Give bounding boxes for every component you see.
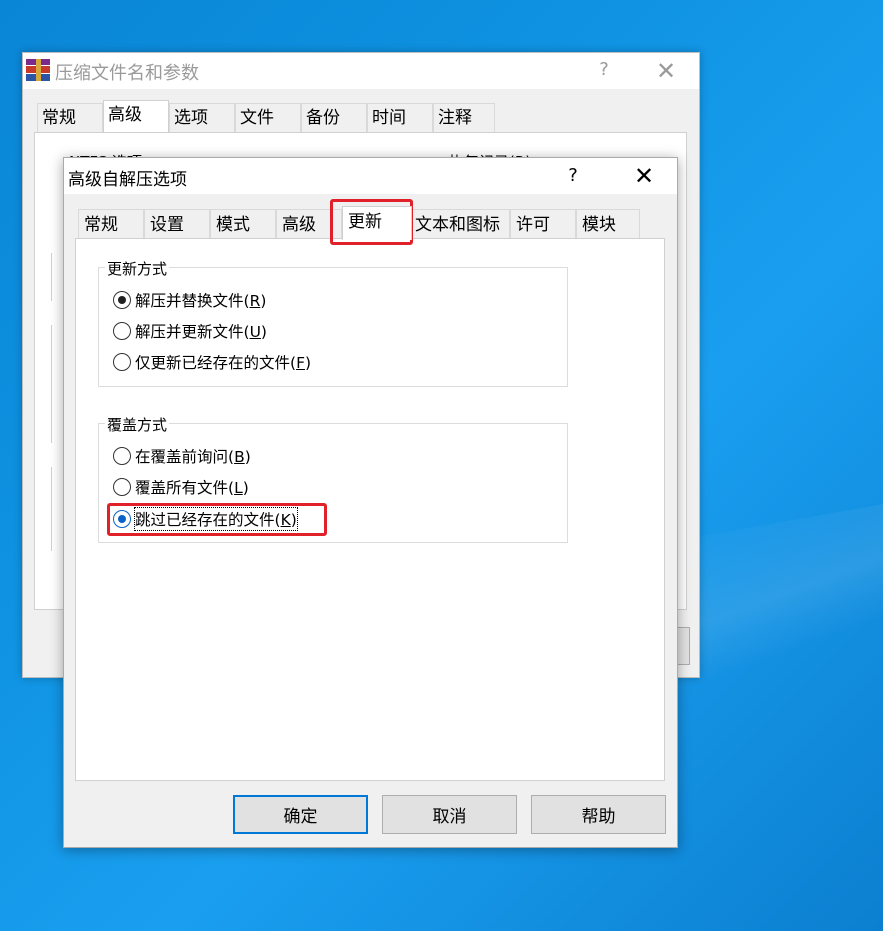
back-tab-time[interactable]: 时间 [367, 103, 433, 132]
back-tab-advanced[interactable]: 高级 [103, 100, 169, 133]
radio-extract-replace[interactable]: 解压并替换文件(R) [113, 289, 266, 311]
dialog-titlebar: 高级自解压选项 ? ✕ [64, 158, 677, 194]
radio-button[interactable] [113, 447, 131, 465]
hotkey: U [249, 323, 261, 341]
tab-license[interactable]: 许可 [510, 209, 576, 239]
radio-update-existing-label: 仅更新已经存在的文件( [135, 354, 297, 372]
update-mode-group: 更新方式 解压并替换文件(R) 解压并更新文件(U) 仅更新已经存在的文件(F) [98, 258, 568, 387]
radio-overwrite-all-label: 覆盖所有文件( [135, 479, 235, 497]
radio-skip-existing[interactable]: 跳过已经存在的文件(K) [113, 507, 298, 531]
back-tab-general[interactable]: 常规 [37, 103, 103, 132]
back-help-icon[interactable]: ? [589, 59, 619, 80]
overwrite-mode-label: 覆盖方式 [105, 414, 170, 435]
radio-skip-existing-label: 跳过已经存在的文件( [135, 511, 281, 529]
overwrite-mode-group: 覆盖方式 在覆盖前询问(B) 覆盖所有文件(L) 跳过已经存在的文件(K) [98, 414, 568, 543]
back-close-icon[interactable]: ✕ [651, 57, 681, 85]
radio-button[interactable] [113, 353, 131, 371]
tab-update[interactable]: 更新 [342, 206, 412, 240]
paren: ) [260, 292, 267, 310]
paren: ) [244, 448, 251, 466]
back-tab-backup[interactable]: 备份 [301, 103, 367, 132]
radio-button[interactable] [113, 510, 131, 528]
dialog-help-icon[interactable]: ? [560, 165, 586, 186]
ok-button[interactable]: 确定 [233, 795, 368, 834]
tab-text-and-icon[interactable]: 文本和图标 [412, 209, 510, 239]
back-tab-options[interactable]: 选项 [169, 103, 235, 132]
help-button[interactable]: 帮助 [531, 795, 666, 834]
tab-modules[interactable]: 模块 [576, 209, 640, 239]
paren: ) [290, 511, 297, 529]
dialog-close-icon[interactable]: ✕ [629, 162, 659, 190]
tab-setup[interactable]: 设置 [144, 209, 210, 239]
winrar-icon [26, 59, 50, 81]
hotkey: B [234, 448, 245, 466]
radio-ask-before-overwrite[interactable]: 在覆盖前询问(B) [113, 445, 251, 467]
hotkey: R [249, 292, 261, 310]
back-titlebar: 压缩文件名和参数 ? ✕ [23, 53, 699, 89]
paren: ) [242, 479, 249, 497]
tab-general[interactable]: 常规 [78, 209, 144, 239]
update-tab-panel: 更新方式 解压并替换文件(R) 解压并更新文件(U) 仅更新已经存在的文件(F)… [75, 238, 665, 781]
radio-button[interactable] [113, 322, 131, 340]
radio-update-existing[interactable]: 仅更新已经存在的文件(F) [113, 351, 311, 373]
radio-extract-update-label: 解压并更新文件( [135, 323, 250, 341]
advanced-sfx-options-dialog: 高级自解压选项 ? ✕ 常规 设置 模式 高级 更新 文本和图标 许可 模块 更… [63, 157, 678, 848]
back-window-title: 压缩文件名和参数 [55, 63, 199, 84]
hotkey: K [280, 511, 291, 529]
tab-mode[interactable]: 模式 [210, 209, 276, 239]
hotkey: F [296, 354, 305, 372]
dialog-title: 高级自解压选项 [68, 170, 187, 190]
back-group-edge-3 [51, 467, 52, 551]
radio-ask-label: 在覆盖前询问( [135, 448, 235, 466]
paren: ) [304, 354, 312, 372]
back-group-edge-1 [51, 253, 52, 301]
tab-advanced[interactable]: 高级 [276, 209, 342, 239]
update-mode-label: 更新方式 [105, 258, 170, 279]
radio-button[interactable] [113, 291, 131, 309]
radio-extract-update[interactable]: 解压并更新文件(U) [113, 320, 267, 342]
radio-extract-replace-label: 解压并替换文件( [135, 292, 250, 310]
paren: ) [260, 323, 267, 341]
radio-overwrite-all[interactable]: 覆盖所有文件(L) [113, 476, 249, 498]
cancel-button[interactable]: 取消 [382, 795, 517, 834]
back-group-edge-2 [51, 325, 52, 443]
radio-button[interactable] [113, 478, 131, 496]
back-tab-comment[interactable]: 注释 [433, 103, 495, 132]
back-tab-files[interactable]: 文件 [235, 103, 301, 132]
hotkey: L [234, 479, 243, 497]
back-button-edge [677, 627, 690, 665]
